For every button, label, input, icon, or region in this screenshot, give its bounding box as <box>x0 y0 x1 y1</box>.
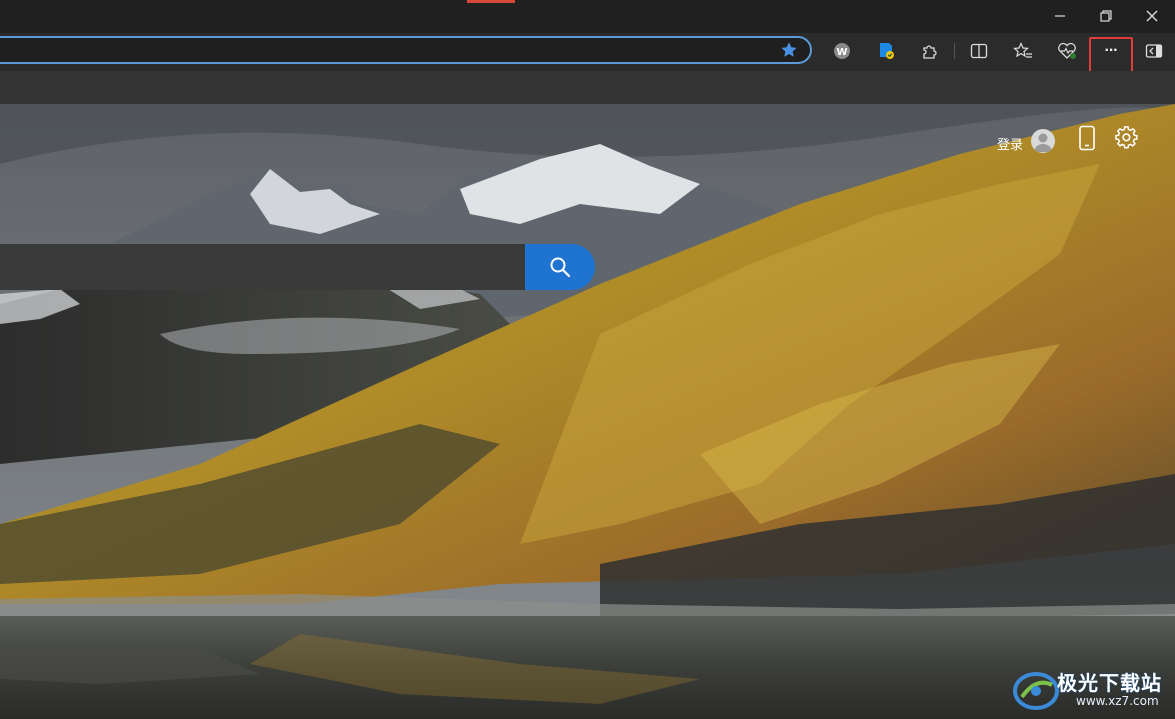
split-screen-button[interactable] <box>965 38 993 64</box>
favorites-icon <box>1013 42 1032 58</box>
restore-button[interactable] <box>1091 4 1121 28</box>
wps-extension-button[interactable]: W <box>828 38 856 64</box>
browser-essentials-icon <box>1058 42 1076 59</box>
minimize-button[interactable] <box>1045 4 1075 28</box>
background-landscape-image <box>0 104 1175 719</box>
puzzle-extensions-icon <box>923 45 937 59</box>
gear-icon[interactable] <box>1115 126 1139 150</box>
close-button[interactable] <box>1137 4 1167 28</box>
sidebar-icon <box>1145 44 1163 58</box>
address-bar[interactable] <box>0 36 812 64</box>
edge-shield-icon <box>880 43 894 59</box>
extensions-button[interactable] <box>916 38 944 64</box>
favorites-button[interactable] <box>1009 38 1037 64</box>
shield-extension-button[interactable] <box>872 38 900 64</box>
restore-icon <box>1100 10 1112 22</box>
active-tab-indicator <box>467 0 515 3</box>
search-icon <box>550 257 571 278</box>
favorites-bar <box>0 71 1175 104</box>
wps-icon: W <box>834 43 850 59</box>
minimize-icon <box>1055 15 1065 17</box>
user-icon <box>1034 133 1052 152</box>
browser-essentials-button[interactable] <box>1053 38 1081 64</box>
toolbar-separator <box>954 43 955 59</box>
window-title-bar <box>0 0 1175 33</box>
watermark-url: www.xz7.com <box>1076 694 1159 708</box>
signin-label[interactable]: 登录 <box>997 134 1023 153</box>
phone-icon[interactable] <box>1078 125 1096 151</box>
watermark-brand: 极光下载站 <box>1057 671 1162 695</box>
sidebar-toggle-button[interactable] <box>1140 38 1168 64</box>
split-screen-icon <box>970 43 988 59</box>
search-input[interactable] <box>0 244 525 290</box>
search-button[interactable] <box>525 244 595 290</box>
star-filled-icon[interactable] <box>780 41 798 59</box>
avatar[interactable] <box>1031 129 1055 153</box>
close-icon <box>1146 10 1158 22</box>
svg-text:W: W <box>836 47 847 58</box>
